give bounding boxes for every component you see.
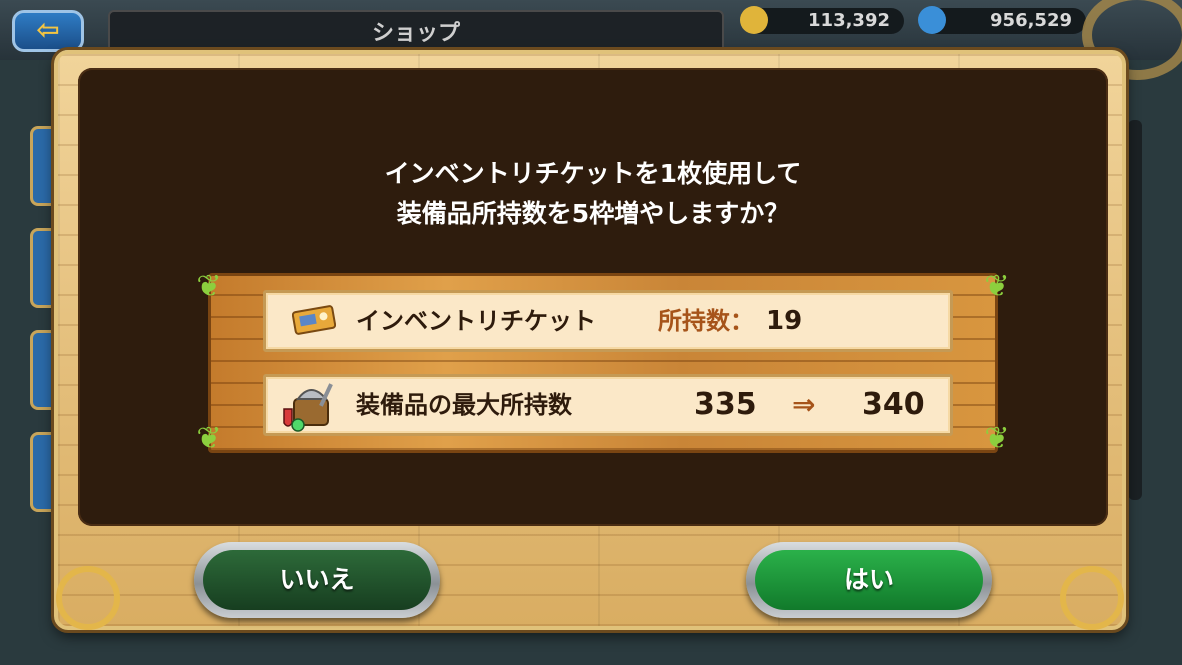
ornament-icon	[1060, 566, 1124, 630]
back-button[interactable]: ⇦	[12, 10, 84, 52]
equipment-icon	[283, 383, 333, 432]
vine-icon: ❦	[984, 269, 1010, 304]
gold-value: 113,392	[808, 10, 890, 31]
scrollbar[interactable]	[1128, 120, 1142, 500]
gem-value: 956,529	[990, 10, 1072, 31]
no-button-label: いいえ	[203, 550, 431, 610]
info-board: ❦ ❦ ❦ ❦ インベントリチケット 所持数： 19 装備品の最大所持数 335…	[196, 269, 1009, 456]
no-button[interactable]: いいえ	[194, 542, 440, 618]
dialog-panel: インベントリチケットを1枚使用して 装備品所持数を5枠増やしますか？ ❦ ❦ ❦…	[78, 68, 1108, 526]
capacity-row: 装備品の最大所持数 335 ⇒ 340	[263, 374, 953, 436]
ticket-row: インベントリチケット 所持数： 19	[263, 290, 953, 352]
message-line-2: 装備品所持数を5枠増やしますか？	[396, 199, 790, 228]
gem-counter: 956,529	[918, 6, 1086, 34]
vine-icon: ❦	[196, 269, 222, 304]
ticket-label: インベントリチケット	[356, 307, 596, 335]
capacity-to: 340	[862, 387, 925, 422]
ticket-icon	[292, 305, 336, 335]
vine-icon: ❦	[196, 421, 222, 456]
gold-counter: 113,392	[740, 6, 904, 34]
confirm-message: インベントリチケットを1枚使用して 装備品所持数を5枠増やしますか？	[78, 154, 1108, 234]
blue-gem-icon	[918, 6, 946, 34]
ornament-icon	[56, 566, 120, 630]
gold-coin-icon	[740, 6, 768, 34]
confirm-dialog: インベントリチケットを1枚使用して 装備品所持数を5枠増やしますか？ ❦ ❦ ❦…	[54, 50, 1126, 630]
shop-title: ショップ	[108, 10, 724, 54]
owned-label: 所持数：	[658, 307, 754, 335]
vine-icon: ❦	[984, 421, 1010, 456]
arrow-right-icon: ⇒	[792, 388, 816, 421]
capacity-from: 335	[694, 387, 757, 422]
arrow-left-icon: ⇦	[36, 13, 60, 46]
message-line-1: インベントリチケットを1枚使用して	[384, 159, 802, 188]
yes-button[interactable]: はい	[746, 542, 992, 618]
yes-button-label: はい	[755, 550, 983, 610]
owned-count: 19	[766, 306, 803, 336]
capacity-label: 装備品の最大所持数	[356, 391, 572, 419]
